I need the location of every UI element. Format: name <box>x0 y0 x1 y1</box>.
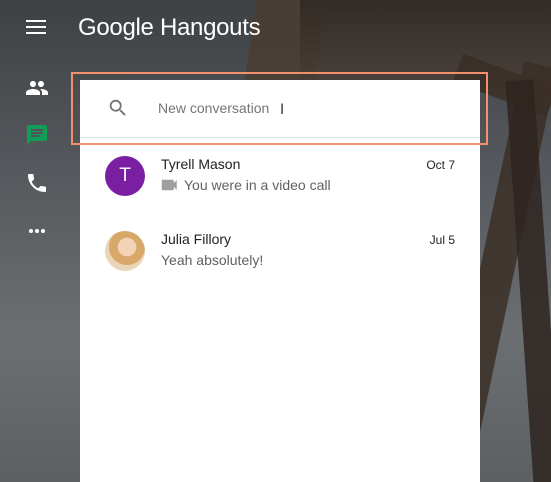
hamburger-menu-icon[interactable] <box>26 20 46 36</box>
chat-icon[interactable] <box>24 122 50 148</box>
conversation-item[interactable]: Julia Fillory Jul 5 Yeah absolutely! <box>80 227 480 287</box>
message-preview: You were in a video call <box>161 177 331 193</box>
conversation-date: Jul 5 <box>429 233 455 247</box>
app-title: Google Hangouts <box>78 14 261 41</box>
videocam-icon <box>161 179 177 191</box>
message-preview: Yeah absolutely! <box>161 252 263 268</box>
phone-icon[interactable] <box>24 170 50 196</box>
message-preview-text: Yeah absolutely! <box>161 252 264 268</box>
more-horizontal-icon[interactable] <box>24 218 50 244</box>
contact-name: Tyrell Mason <box>161 156 241 172</box>
contact-name: Julia Fillory <box>161 231 232 247</box>
conversation-date: Oct 7 <box>426 158 455 172</box>
avatar: T <box>105 156 145 196</box>
conversation-item[interactable]: T Tyrell Mason Oct 7 You were in a video… <box>80 152 480 212</box>
highlight-box <box>71 72 488 145</box>
people-icon[interactable] <box>24 75 50 101</box>
avatar <box>105 231 145 271</box>
message-preview-text: You were in a video call <box>184 177 331 193</box>
